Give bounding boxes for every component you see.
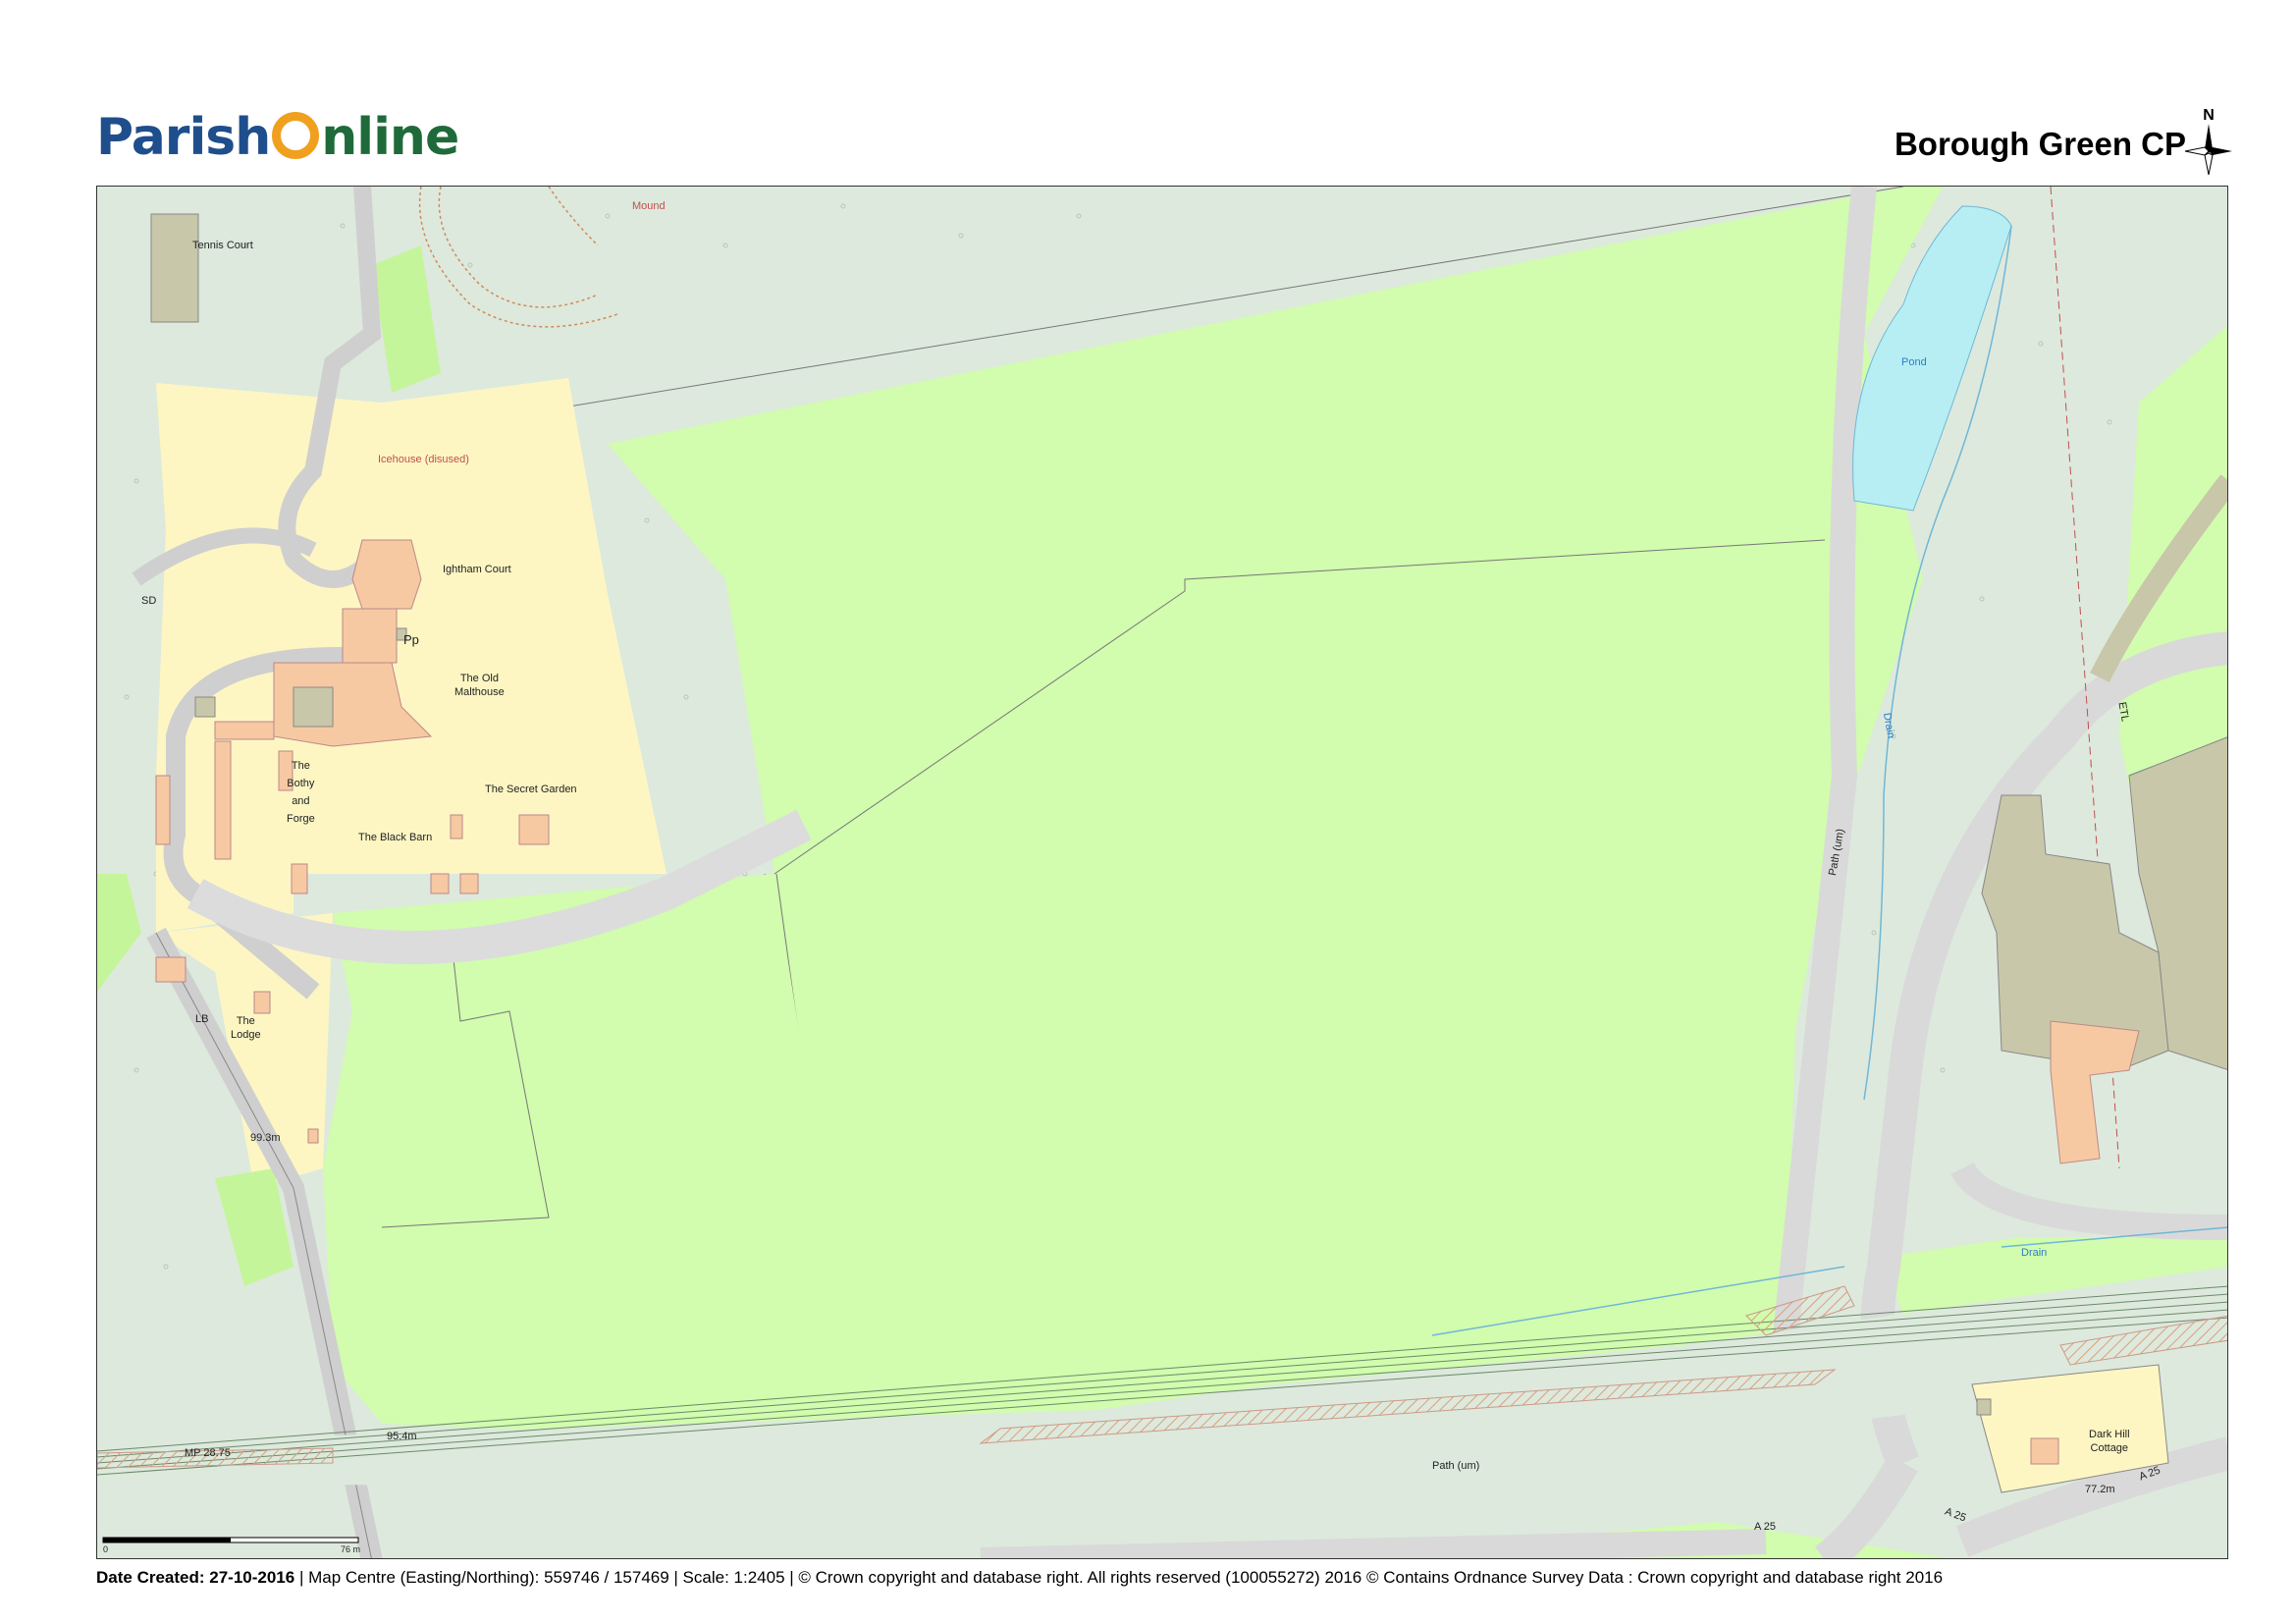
label-old-malthouse-line2: Malthouse: [454, 686, 505, 698]
label-dark-hill-line1: Dark Hill: [2089, 1429, 2130, 1440]
label-bothy-forge: The Bothy and Forge: [287, 757, 315, 828]
label-spot-height-95-4: 95.4m: [387, 1431, 417, 1442]
label-tennis-court: Tennis Court: [192, 240, 253, 251]
label-old-malthouse-line1: The Old: [459, 673, 499, 684]
label-lb: LB: [195, 1013, 209, 1025]
map-frame[interactable]: Mound Tennis Court Icehouse (disused) Ig…: [96, 186, 2228, 1559]
logo-text-online: nline: [321, 108, 459, 167]
label-the-lodge: The Lodge: [231, 1014, 261, 1042]
footer-details: | Map Centre (Easting/Northing): 559746 …: [294, 1568, 1944, 1587]
label-lodge-line1: The: [236, 1015, 255, 1027]
label-pp: Pp: [403, 632, 419, 647]
label-black-barn: The Black Barn: [358, 832, 433, 843]
label-icehouse: Icehouse (disused): [378, 454, 469, 465]
map-canvas: [97, 187, 2227, 1558]
parish-online-logo: Parish nline: [96, 98, 459, 177]
footer-date-created: Date Created: 27-10-2016: [96, 1568, 295, 1587]
label-lodge-line2: Lodge: [231, 1029, 261, 1041]
label-milepost: MP 28.75: [185, 1447, 231, 1459]
label-dark-hill-cottage: Dark Hill Cottage: [2089, 1428, 2130, 1455]
label-sd: SD: [141, 595, 157, 607]
label-old-malthouse: The Old Malthouse: [454, 672, 505, 699]
logo-text-parish: Parish: [96, 108, 271, 167]
label-bothy-line3: and: [292, 795, 310, 807]
label-mound: Mound: [632, 200, 666, 212]
label-drain-bottom: Drain: [2021, 1247, 2048, 1259]
label-spot-height-77-2: 77.2m: [2085, 1484, 2115, 1495]
label-pond: Pond: [1901, 356, 1927, 368]
label-dark-hill-line2: Cottage: [2090, 1442, 2129, 1454]
label-a25-bottom: A 25: [1754, 1521, 1777, 1533]
label-bothy-line2: Bothy: [287, 778, 315, 789]
label-bothy-line4: Forge: [287, 813, 315, 825]
scale-label-zero: 0: [103, 1544, 109, 1554]
north-label: N: [2203, 107, 2215, 124]
scale-label-end: 76 m: [341, 1544, 361, 1554]
label-spot-height-99-3: 99.3m: [250, 1132, 281, 1144]
label-secret-garden: The Secret Garden: [485, 784, 577, 795]
label-ightham-court: Ightham Court: [443, 564, 511, 575]
north-arrow-icon: N: [2184, 107, 2232, 176]
label-bothy-line1: The: [291, 760, 310, 772]
parish-title: Borough Green CP: [1894, 126, 2186, 162]
label-path-um-bottom: Path (um): [1432, 1460, 1480, 1472]
footer-metadata: Date Created: 27-10-2016 | Map Centre (E…: [96, 1568, 2228, 1588]
magnifier-icon: [272, 112, 320, 159]
